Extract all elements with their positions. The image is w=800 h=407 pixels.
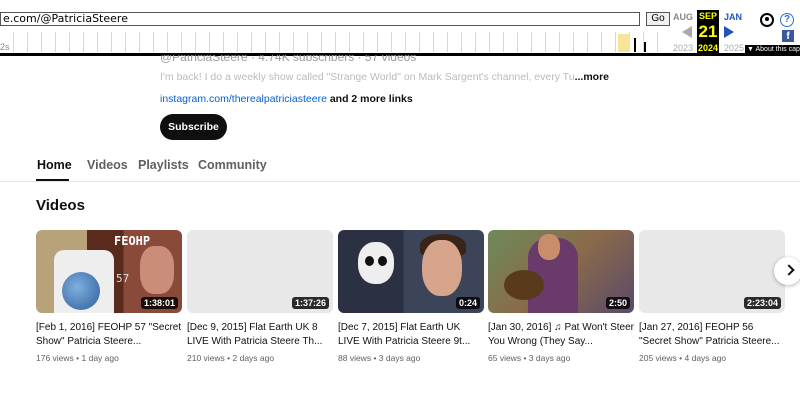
view-count: 205 views [639, 353, 677, 363]
video-thumbnail[interactable]: 2:50 [488, 230, 634, 313]
instagram-link[interactable]: instagram.com/therealpatriciasteere [160, 93, 327, 105]
thumb-face [538, 234, 560, 260]
video-meta: 210 views • 2 days ago [187, 353, 275, 363]
thumb-overlay-label: FEOHP [114, 234, 151, 248]
video-thumbnail[interactable]: FEOHP 57 1:38:01 [36, 230, 182, 313]
current-day: 21 [698, 22, 718, 41]
section-title[interactable]: Videos [36, 197, 85, 214]
thumb-eye [378, 256, 387, 266]
duration-badge: 1:37:26 [291, 297, 329, 309]
wayback-next-month[interactable]: JAN [724, 12, 742, 22]
capture-bar [644, 42, 646, 52]
active-tab-indicator [36, 179, 69, 181]
video-card[interactable]: 2:23:04 [Jan 27, 2016] FEOHP 56 "Secret … [639, 230, 785, 363]
duration-badge: 1:38:01 [140, 297, 178, 309]
wayback-url-input[interactable]: e.com/@PatriciaSteere [0, 12, 640, 26]
video-title[interactable]: [Feb 1, 2016] FEOHP 57 "Secret Show" Pat… [36, 321, 182, 349]
wayback-go-button[interactable]: Go [646, 12, 670, 26]
about-capture-button[interactable]: ▼ About this capture [745, 45, 800, 55]
globe-image [62, 272, 100, 310]
channel-tabs: Home Videos Playlists Community [0, 152, 800, 182]
wayback-toolbar: e.com/@PatriciaSteere Go 2s AUG 2023 SEP… [0, 0, 800, 56]
upload-age: 1 day ago [81, 353, 119, 363]
view-count: 176 views [36, 353, 74, 363]
video-title[interactable]: [Jan 30, 2016] ♫ Pat Won't Steer You Wro… [488, 321, 634, 349]
wayback-year-tick: 2s [0, 42, 10, 52]
video-title[interactable]: [Dec 7, 2015] Flat Earth UK LIVE With Pa… [338, 321, 484, 349]
next-capture-arrow-icon[interactable] [724, 26, 734, 38]
video-meta: 205 views • 4 days ago [639, 353, 727, 363]
tab-home[interactable]: Home [37, 158, 72, 172]
channel-links: instagram.com/therealpatriciasteere and … [160, 93, 413, 105]
channel-handle: @PatriciaSteere · 4.74K subscribers · 57… [160, 55, 417, 63]
facebook-icon[interactable]: f [782, 30, 794, 42]
carousel-next-button[interactable] [774, 257, 800, 285]
help-icon[interactable]: ? [780, 13, 794, 27]
description-text: I'm back! I do a weekly show called "Str… [160, 71, 575, 83]
wayback-next-year[interactable]: 2025 [724, 43, 744, 53]
video-card[interactable]: 0:24 [Dec 7, 2015] Flat Earth UK LIVE Wi… [338, 230, 484, 363]
view-count: 210 views [187, 353, 225, 363]
video-card[interactable]: 2:50 [Jan 30, 2016] ♫ Pat Won't Steer Yo… [488, 230, 634, 363]
thumb-face [422, 240, 462, 296]
more-link[interactable]: ...more [575, 71, 609, 83]
capture-highlight [618, 34, 630, 52]
wayback-prev-year[interactable]: 2023 [673, 43, 693, 53]
video-thumbnail[interactable]: 1:37:26 [187, 230, 333, 313]
current-month: SEP [698, 11, 717, 21]
subscribe-button[interactable]: Subscribe [160, 114, 227, 140]
video-thumbnail[interactable]: 0:24 [338, 230, 484, 313]
duration-badge: 2:23:04 [743, 297, 781, 309]
upload-age: 3 days ago [528, 353, 571, 363]
thumb-overlay-number: 57 [116, 272, 130, 285]
tab-community[interactable]: Community [198, 158, 267, 172]
video-card[interactable]: 1:37:26 [Dec 9, 2015] Flat Earth UK 8 LI… [187, 230, 333, 363]
duration-badge: 0:24 [455, 297, 480, 309]
upload-age: 2 days ago [232, 353, 275, 363]
view-count: 65 views [488, 353, 522, 363]
upload-age: 3 days ago [378, 353, 421, 363]
video-meta: 88 views • 3 days ago [338, 353, 421, 363]
video-title[interactable]: [Jan 27, 2016] FEOHP 56 "Secret Show" Pa… [639, 321, 785, 349]
prev-capture-arrow-icon[interactable] [682, 26, 692, 38]
thumb-face [140, 246, 174, 294]
duration-badge: 2:50 [605, 297, 630, 309]
upload-age: 4 days ago [684, 353, 727, 363]
wayback-current-date: SEP 21 2024 [697, 10, 719, 54]
video-card[interactable]: FEOHP 57 1:38:01 [Feb 1, 2016] FEOHP 57 … [36, 230, 182, 363]
tab-videos[interactable]: Videos [87, 158, 128, 172]
wayback-capture-sparkline[interactable] [0, 32, 668, 52]
more-links[interactable]: and 2 more links [327, 93, 413, 105]
video-thumbnail[interactable]: 2:23:04 [639, 230, 785, 313]
user-icon[interactable] [760, 13, 774, 27]
wayback-prev-month[interactable]: AUG [673, 12, 693, 22]
video-meta: 176 views • 1 day ago [36, 353, 119, 363]
thumb-eye [365, 256, 374, 266]
capture-bar [634, 38, 636, 52]
video-title[interactable]: [Dec 9, 2015] Flat Earth UK 8 LIVE With … [187, 321, 333, 349]
video-meta: 65 views • 3 days ago [488, 353, 571, 363]
view-count: 88 views [338, 353, 372, 363]
channel-description[interactable]: I'm back! I do a weekly show called "Str… [160, 71, 609, 83]
current-year: 2024 [697, 43, 719, 53]
thumb-skull [358, 242, 394, 284]
tab-playlists[interactable]: Playlists [138, 158, 189, 172]
thumb-guitar [504, 270, 544, 300]
